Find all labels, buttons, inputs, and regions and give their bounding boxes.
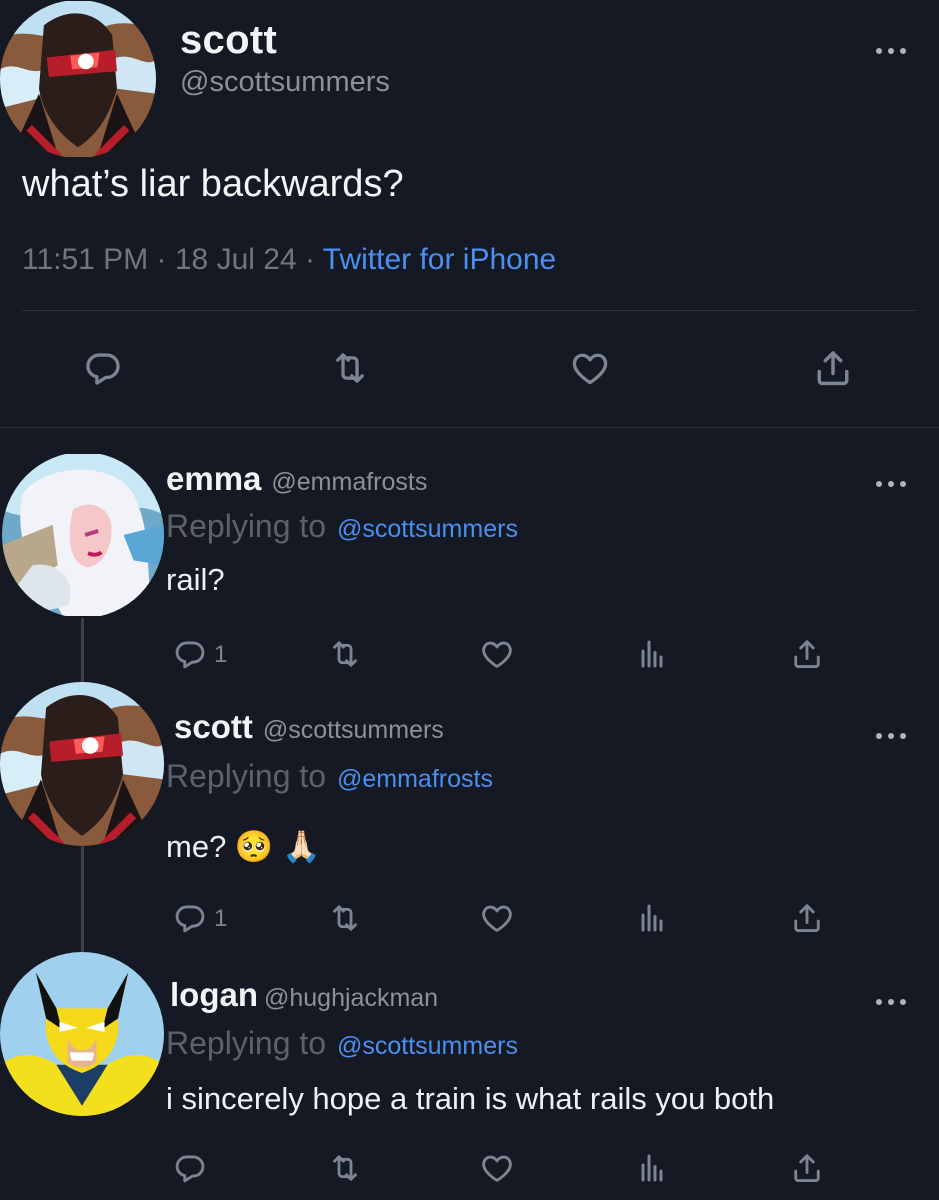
reply-icon[interactable] xyxy=(82,347,124,389)
author-handle[interactable]: @emmafrosts xyxy=(271,468,427,496)
tweet-date: 18 Jul 24 xyxy=(174,243,297,276)
retweet-icon[interactable] xyxy=(326,1150,364,1186)
retweet-icon[interactable] xyxy=(326,900,364,936)
replying-to: Replying to @emmafrosts xyxy=(166,758,493,795)
share-icon[interactable] xyxy=(788,900,826,936)
reply-icon[interactable] xyxy=(172,636,208,672)
more-options-icon[interactable] xyxy=(876,730,906,742)
thread-line xyxy=(81,846,84,956)
mention-link[interactable]: @emmafrosts xyxy=(337,765,493,793)
reply-header: logan @hughjackman xyxy=(170,976,438,1014)
reply-text: me? 🥺 🙏🏻 xyxy=(166,829,321,864)
analytics-icon[interactable] xyxy=(632,636,672,672)
reply-icon[interactable] xyxy=(172,900,208,936)
analytics-icon[interactable] xyxy=(632,1150,672,1186)
thread-line xyxy=(81,618,84,686)
avatar[interactable] xyxy=(0,0,156,158)
reply-header: emma @emmafrosts xyxy=(166,460,427,498)
tweet-time: 11:51 PM xyxy=(22,243,149,276)
author-name[interactable]: logan xyxy=(170,976,258,1013)
author-name[interactable]: emma xyxy=(166,460,261,497)
avatar[interactable] xyxy=(2,452,164,618)
replying-label: Replying to xyxy=(166,508,327,544)
share-icon[interactable] xyxy=(810,346,856,390)
author-handle[interactable]: @scottsummers xyxy=(180,66,390,99)
share-icon[interactable] xyxy=(788,636,826,672)
like-icon[interactable] xyxy=(568,347,612,389)
share-icon[interactable] xyxy=(788,1150,826,1186)
replying-label: Replying to xyxy=(166,758,327,794)
reply-icon[interactable] xyxy=(172,1150,208,1186)
author-handle[interactable]: @scottsummers xyxy=(263,716,444,744)
retweet-icon[interactable] xyxy=(328,347,372,389)
tweet-text: what’s liar backwards? xyxy=(22,163,404,205)
replying-to: Replying to @scottsummers xyxy=(166,508,518,545)
like-icon[interactable] xyxy=(478,1150,516,1186)
avatar[interactable] xyxy=(0,682,164,846)
replying-to: Replying to @scottsummers xyxy=(166,1025,518,1062)
like-icon[interactable] xyxy=(478,636,516,672)
reply-text: rail? xyxy=(166,562,225,597)
tweet-metadata: 11:51 PM · 18 Jul 24 · Twitter for iPhon… xyxy=(22,243,556,277)
reply-header: scott @scottsummers xyxy=(174,708,444,746)
tweet-source-link[interactable]: Twitter for iPhone xyxy=(323,243,556,276)
like-icon[interactable] xyxy=(478,900,516,936)
more-options-icon[interactable] xyxy=(876,996,906,1008)
meta-separator: · xyxy=(156,243,167,276)
replying-label: Replying to xyxy=(166,1025,327,1061)
mention-link[interactable]: @scottsummers xyxy=(337,1032,518,1060)
author-handle[interactable]: @hughjackman xyxy=(264,984,438,1012)
more-options-icon[interactable] xyxy=(876,45,906,57)
analytics-icon[interactable] xyxy=(632,900,672,936)
reply-count: 1 xyxy=(214,905,228,932)
divider xyxy=(22,310,917,311)
meta-separator: · xyxy=(304,243,315,276)
avatar[interactable] xyxy=(0,952,164,1116)
more-options-icon[interactable] xyxy=(876,478,906,490)
author-name[interactable]: scott xyxy=(180,18,277,63)
author-name[interactable]: scott xyxy=(174,708,253,745)
retweet-icon[interactable] xyxy=(326,636,364,672)
reply-count: 1 xyxy=(214,641,228,668)
reply-text: i sincerely hope a train is what rails y… xyxy=(166,1081,775,1116)
divider xyxy=(0,427,939,428)
mention-link[interactable]: @scottsummers xyxy=(337,515,518,543)
